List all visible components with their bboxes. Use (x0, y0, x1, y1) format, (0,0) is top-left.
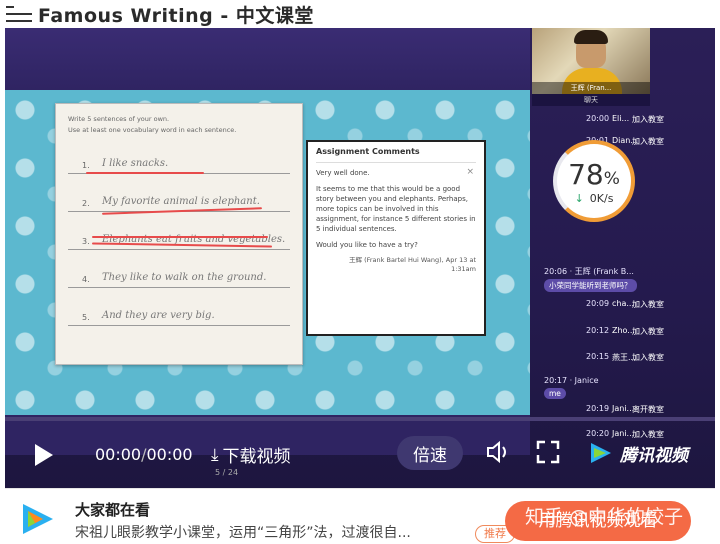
volume-icon (487, 440, 506, 464)
page-header: Famous Writing - 中文课堂 (0, 0, 720, 28)
play-button[interactable] (33, 442, 55, 468)
speed-rate: ↓ 0K/s (574, 192, 614, 205)
worksheet-line-text: And they are very big. (102, 310, 215, 321)
tencent-video-logo-icon (23, 504, 53, 534)
assignment-comments-panel: Assignment Comments × Very well done. It… (306, 140, 486, 336)
webcam-figure-hair (574, 30, 608, 44)
worksheet-line-text: I like snacks. (102, 158, 169, 169)
worksheet-line-number: 3. (82, 237, 90, 246)
progress-bar[interactable] (5, 417, 715, 421)
chat-action: 加入教室 (632, 137, 664, 146)
comment-body: It seems to me that this would be a good… (316, 185, 476, 233)
download-button[interactable]: ⤓ 下载视频 (211, 442, 291, 468)
worksheet-instruction-1: Write 5 sentences of your own. (68, 115, 170, 123)
recommendation-title: 大家都在看 (75, 501, 151, 519)
worksheet-line-text: They like to walk on the ground. (102, 272, 267, 283)
playback-speed-button[interactable]: 倍速 (397, 436, 463, 470)
worksheet-line-number: 1. (82, 161, 90, 170)
video-player[interactable]: Write 5 sentences of your own. Use at le… (5, 28, 715, 488)
volume-button[interactable] (485, 440, 513, 464)
worksheet-line-4: 4. They like to walk on the ground. (68, 256, 290, 288)
comment-signature: 王辉 (Frank Bartel Hui Wang), Apr 13 at (349, 256, 476, 264)
time-total: 00:00 (146, 445, 193, 464)
zhihu-watermark: 知乎 @中华的饺子 (525, 506, 684, 528)
page-indicator: 5 / 24 (215, 468, 239, 477)
time-display: 00:00/00:00 (95, 445, 193, 464)
worksheet-line-text: My favorite animal is elephant. (102, 196, 260, 207)
comments-title: Assignment Comments (316, 147, 420, 156)
time-current: 00:00 (95, 445, 142, 464)
player-controls: 00:00/00:00 ⤓ 下载视频 5 / 24 倍速 腾讯视频 (5, 428, 715, 486)
fullscreen-button[interactable] (536, 440, 560, 464)
worksheet-line-number: 2. (82, 199, 90, 208)
worksheet-line-number: 5. (82, 313, 90, 322)
red-underline (92, 236, 268, 238)
fullscreen-icon (536, 440, 560, 464)
worksheet-line-number: 4. (82, 275, 90, 284)
tencent-video-icon (591, 443, 611, 463)
comment-box: × Very well done. It seems to me that th… (316, 162, 476, 274)
recommendation-desc[interactable]: 宋祖儿眼影教学小课堂，运用“三角形”法，过渡很自... (75, 522, 411, 542)
red-underline (86, 172, 204, 174)
teacher-webcam: 王辉 (Fran... (532, 28, 650, 94)
network-speed-gauge: 78% ↓ 0K/s (553, 140, 635, 222)
slide-top-band (5, 28, 530, 90)
webcam-name: 王辉 (Fran... (532, 82, 650, 94)
close-icon: × (466, 167, 474, 177)
menu-icon[interactable] (6, 5, 32, 23)
play-icon (35, 444, 53, 466)
chat-header: 聊天 (532, 94, 650, 106)
worksheet-image: Write 5 sentences of your own. Use at le… (55, 103, 303, 365)
tencent-video-brand[interactable]: 腾讯视频 (588, 440, 688, 466)
download-label: 下载视频 (222, 447, 291, 467)
worksheet-instruction-2: Use at least one vocabulary word in each… (68, 126, 237, 134)
page-title: Famous Writing - 中文课堂 (38, 4, 314, 27)
comment-signature-time: 1:31am (451, 265, 476, 273)
comment-first-line: Very well done. (316, 169, 370, 177)
worksheet-line-5: 5. And they are very big. (68, 294, 290, 326)
speed-label: 倍速 (413, 445, 447, 466)
speed-percent: 78% (568, 158, 620, 191)
download-icon: ⤓ (211, 444, 219, 465)
comment-question: Would you like to have a try? (316, 241, 418, 249)
arrow-down-icon: ↓ (574, 192, 584, 205)
brand-label: 腾讯视频 (620, 445, 688, 466)
worksheet-line-1: 1. I like snacks. (68, 142, 290, 174)
